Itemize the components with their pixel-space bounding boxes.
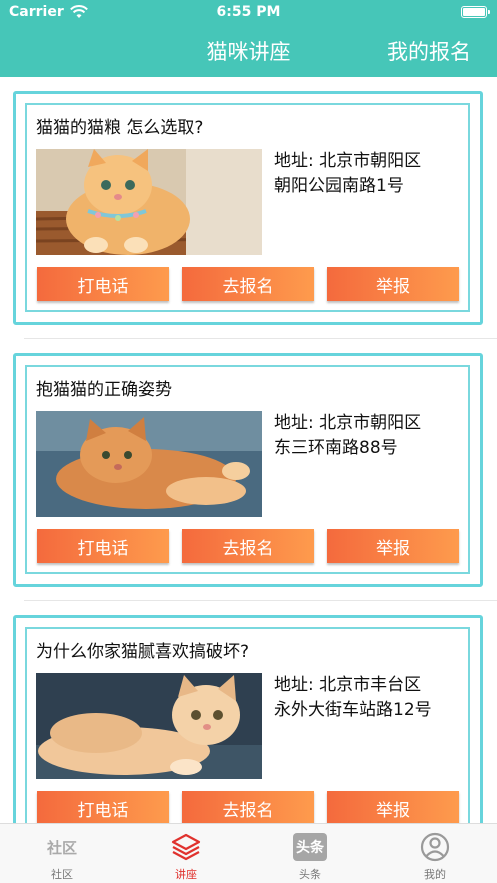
tab-label: 讲座: [175, 868, 197, 881]
lecture-card: 为什么你家猫腻喜欢搞破坏? 地址: 北京市丰台区 永外大街车站路12号 打电话 …: [0, 601, 497, 823]
address-line-1: 地址: 北京市朝阳区: [274, 413, 422, 433]
status-time: 6:55 PM: [216, 4, 281, 20]
lecture-cat-photo: [36, 149, 262, 255]
layers-icon: [169, 832, 203, 862]
tab-label: 我的: [424, 868, 446, 881]
tab-lectures[interactable]: 讲座: [124, 824, 248, 883]
headlines-icon: 头条: [293, 832, 327, 862]
lecture-address: 地址: 北京市丰台区 永外大街车站路12号: [274, 673, 474, 723]
address-line-2: 永外大街车站路12号: [274, 700, 432, 720]
lecture-title: 猫猫的猫粮 怎么选取?: [36, 118, 204, 138]
lecture-title: 抱猫猫的正确姿势: [36, 380, 172, 400]
report-button[interactable]: 举报: [327, 791, 459, 823]
lecture-card: 抱猫猫的正确姿势 地址: 北京市朝阳区 东三环南路88号 打电话 去报名 举报: [0, 339, 497, 601]
report-button[interactable]: 举报: [327, 529, 459, 563]
tab-community[interactable]: 社区 社区: [0, 824, 124, 883]
lecture-address: 地址: 北京市朝阳区 朝阳公园南路1号: [274, 149, 474, 199]
status-bar: Carrier 6:55 PM: [0, 0, 497, 26]
lecture-card: 猫猫的猫粮 怎么选取? 地址: 北京市朝阳区 朝阳公园南路1号 打电话 去报名 …: [0, 77, 497, 339]
tab-label: 头条: [299, 868, 321, 881]
call-button[interactable]: 打电话: [37, 267, 169, 301]
signup-button[interactable]: 去报名: [182, 267, 314, 301]
report-button[interactable]: 举报: [327, 267, 459, 301]
lecture-list[interactable]: 猫猫的猫粮 怎么选取? 地址: 北京市朝阳区 朝阳公园南路1号 打电话 去报名 …: [0, 77, 497, 823]
lecture-title: 为什么你家猫腻喜欢搞破坏?: [36, 642, 250, 662]
address-line-1: 地址: 北京市丰台区: [274, 675, 422, 695]
battery-icon: [461, 6, 490, 18]
call-button[interactable]: 打电话: [37, 791, 169, 823]
tab-headlines[interactable]: 头条 头条: [248, 824, 372, 883]
lecture-cat-photo: [36, 673, 262, 779]
signup-button[interactable]: 去报名: [182, 529, 314, 563]
headlines-icon-text: 头条: [293, 833, 327, 861]
signup-button[interactable]: 去报名: [182, 791, 314, 823]
call-button[interactable]: 打电话: [37, 529, 169, 563]
tab-bar: 社区 社区 讲座 头条 头条 我的: [0, 823, 497, 883]
community-icon-text: 社区: [46, 838, 77, 857]
lecture-address: 地址: 北京市朝阳区 东三环南路88号: [274, 411, 474, 461]
tab-label: 社区: [51, 868, 73, 881]
address-line-2: 朝阳公园南路1号: [274, 176, 404, 196]
profile-icon: [418, 832, 452, 862]
address-line-2: 东三环南路88号: [274, 438, 398, 458]
my-registrations-button[interactable]: 我的报名: [387, 36, 471, 66]
community-icon: 社区: [45, 832, 79, 862]
lecture-cat-photo: [36, 411, 262, 517]
tab-profile[interactable]: 我的: [373, 824, 497, 883]
navigation-header: Carrier 6:55 PM 猫咪讲座 我的报名: [0, 0, 497, 77]
address-line-1: 地址: 北京市朝阳区: [274, 151, 422, 171]
